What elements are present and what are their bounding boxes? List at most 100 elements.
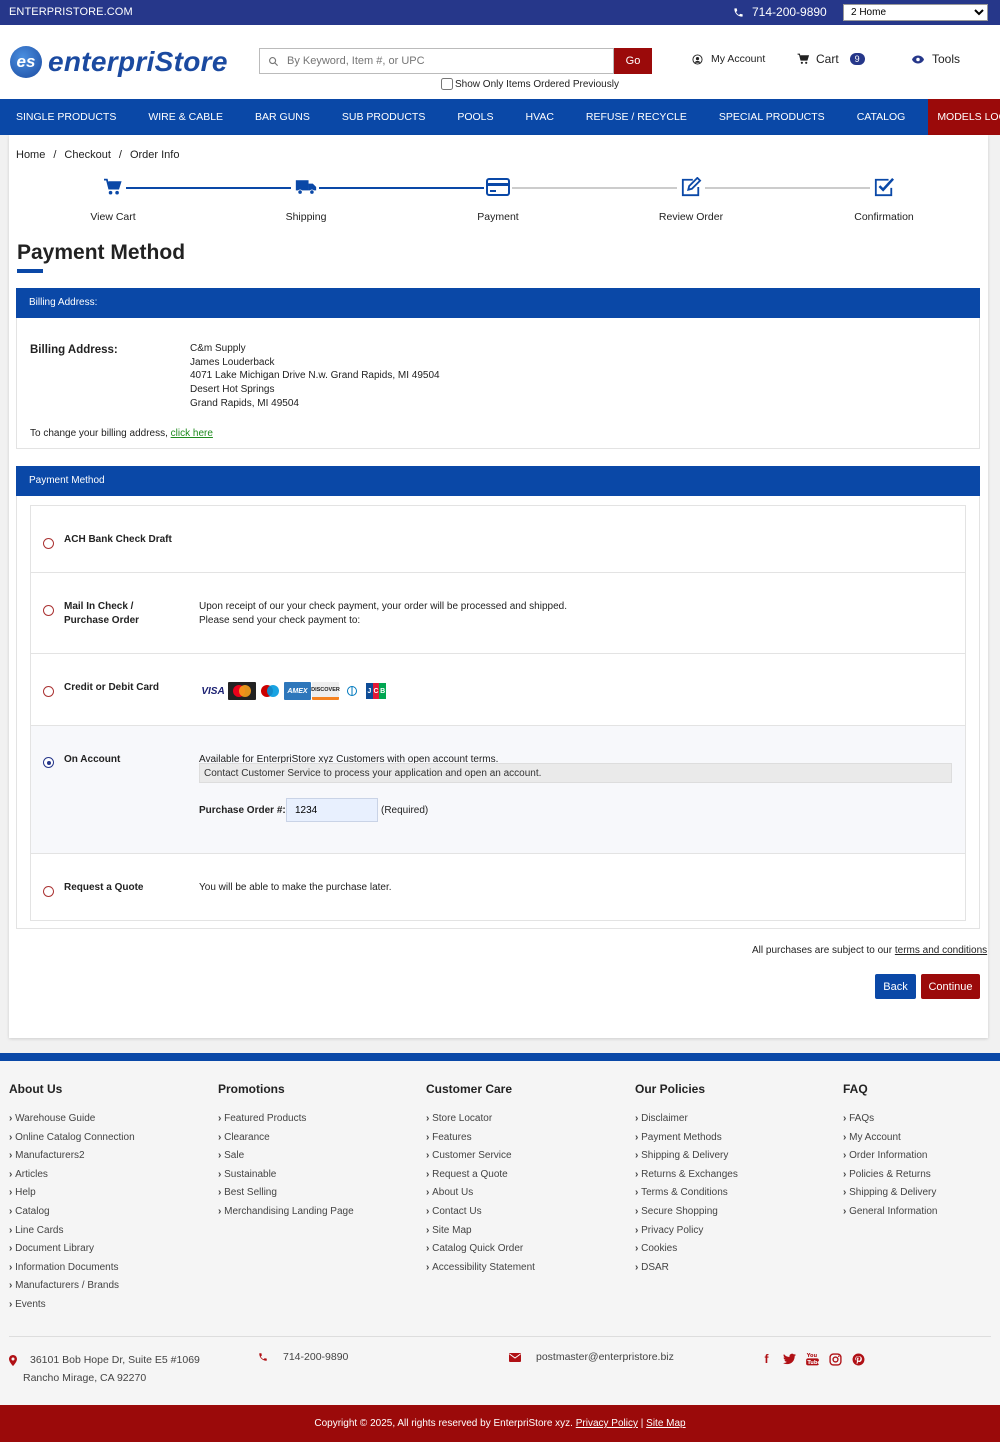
payment-option-ach[interactable]: ACH Bank Check Draft	[31, 506, 965, 573]
pinterest-icon[interactable]	[852, 1352, 865, 1366]
breadcrumb-current: Order Info	[129, 149, 180, 161]
footer-link[interactable]: Store Locator	[426, 1110, 535, 1129]
nav-refuse-recycle[interactable]: REFUSE / RECYCLE	[570, 99, 703, 135]
nav-catalog[interactable]: CATALOG	[841, 99, 922, 135]
footer-link[interactable]: About Us	[426, 1184, 535, 1203]
payment-option-mail-check[interactable]: Mail In Check / Purchase Order Upon rece…	[31, 573, 965, 654]
footer-link[interactable]: Order Information	[843, 1147, 938, 1166]
footer-address-line: Rancho Mirage, CA 92270	[23, 1372, 147, 1384]
footer-link[interactable]: Best Selling	[218, 1184, 354, 1203]
cart-link[interactable]: Cart 9	[797, 52, 865, 66]
footer-link[interactable]: Document Library	[9, 1240, 135, 1259]
logo[interactable]: es enterpriStore	[10, 46, 228, 78]
footer-phone[interactable]: 714-200-9890	[258, 1351, 348, 1363]
nav-pools[interactable]: POOLS	[441, 99, 509, 135]
footer-link[interactable]: Events	[9, 1296, 135, 1315]
footer-link[interactable]: Manufacturers / Brands	[9, 1277, 135, 1296]
po-number-input[interactable]	[286, 798, 378, 822]
step-review-order[interactable]: Review Order	[631, 175, 751, 223]
footer-link[interactable]: Catalog	[9, 1203, 135, 1222]
mail-check-radio[interactable]	[43, 605, 54, 616]
step-shipping[interactable]: Shipping	[246, 175, 366, 223]
footer-link[interactable]: FAQs	[843, 1110, 938, 1129]
payment-option-card[interactable]: Credit or Debit Card VISA AMEX DISCOVER …	[31, 654, 965, 726]
nav-bar-guns[interactable]: BAR GUNS	[239, 99, 326, 135]
step-payment[interactable]: Payment	[438, 175, 558, 223]
ach-radio[interactable]	[43, 538, 54, 549]
phone-icon	[259, 1353, 267, 1361]
continue-button[interactable]: Continue	[921, 974, 980, 999]
payment-option-quote[interactable]: Request a Quote You will be able to make…	[31, 854, 965, 920]
previous-items-checkbox[interactable]	[441, 78, 453, 90]
footer-link[interactable]: My Account	[843, 1129, 938, 1148]
footer-link[interactable]: Clearance	[218, 1129, 354, 1148]
quote-radio[interactable]	[43, 886, 54, 897]
footer-link[interactable]: Sale	[218, 1147, 354, 1166]
card-radio[interactable]	[43, 686, 54, 697]
footer-link[interactable]: Line Cards	[9, 1222, 135, 1241]
facebook-icon[interactable]: f	[760, 1352, 773, 1366]
footer-link[interactable]: Request a Quote	[426, 1166, 535, 1185]
footer-link[interactable]: Sustainable	[218, 1166, 354, 1185]
footer-link[interactable]: DSAR	[635, 1259, 738, 1278]
terms-link[interactable]: terms and conditions	[895, 945, 987, 956]
nav-special-products[interactable]: SPECIAL PRODUCTS	[703, 99, 841, 135]
footer-link[interactable]: Terms & Conditions	[635, 1184, 738, 1203]
footer-link[interactable]: Shipping & Delivery	[843, 1184, 938, 1203]
top-phone[interactable]: 714-200-9890	[733, 5, 827, 19]
footer-link[interactable]: Help	[9, 1184, 135, 1203]
mail-check-desc-line: Upon receipt of our your check payment, …	[199, 601, 567, 612]
my-account-link[interactable]: My Account	[692, 53, 765, 65]
breadcrumb-home[interactable]: Home	[16, 149, 45, 161]
footer-link[interactable]: Site Map	[426, 1222, 535, 1241]
back-button[interactable]: Back	[875, 974, 916, 999]
footer-link[interactable]: Online Catalog Connection	[9, 1129, 135, 1148]
footer-link[interactable]: Contact Us	[426, 1203, 535, 1222]
billing-change-link[interactable]: click here	[171, 428, 213, 439]
footer-link[interactable]: Manufacturers2	[9, 1147, 135, 1166]
footer-link[interactable]: Articles	[9, 1166, 135, 1185]
nav-sub-products[interactable]: SUB PRODUCTS	[326, 99, 441, 135]
twitter-icon[interactable]	[783, 1352, 796, 1366]
footer-link[interactable]: Warehouse Guide	[9, 1110, 135, 1129]
tools-link[interactable]: Tools	[912, 52, 960, 66]
payment-option-on-account[interactable]: On Account Available for EnterpriStore x…	[31, 726, 965, 854]
footer-link[interactable]: Customer Service	[426, 1147, 535, 1166]
footer-link[interactable]: Returns & Exchanges	[635, 1166, 738, 1185]
footer-link[interactable]: Policies & Returns	[843, 1166, 938, 1185]
footer-link[interactable]: Accessibility Statement	[426, 1259, 535, 1278]
footer-link[interactable]: Features	[426, 1129, 535, 1148]
on-account-radio[interactable]	[43, 757, 54, 768]
footer-link[interactable]: Featured Products	[218, 1110, 354, 1129]
store-select[interactable]: 2 Home	[843, 4, 988, 21]
nav-models-lookup[interactable]: MODELS LOOKUP	[928, 99, 1000, 135]
footer-link[interactable]: Merchandising Landing Page	[218, 1203, 354, 1222]
footer-link[interactable]: Disclaimer	[635, 1110, 738, 1129]
nav-single-products[interactable]: SINGLE PRODUCTS	[0, 99, 132, 135]
footer-link[interactable]: Privacy Policy	[635, 1222, 738, 1241]
nav-hvac[interactable]: HVAC	[510, 99, 570, 135]
footer-link[interactable]: Cookies	[635, 1240, 738, 1259]
footer-link[interactable]: Shipping & Delivery	[635, 1147, 738, 1166]
site-map-link[interactable]: Site Map	[646, 1418, 685, 1429]
footer-link[interactable]: Secure Shopping	[635, 1203, 738, 1222]
search-go-button[interactable]: Go	[614, 48, 652, 74]
breadcrumb-checkout[interactable]: Checkout	[64, 149, 110, 161]
search-input[interactable]	[287, 55, 607, 67]
nav-wire-cable[interactable]: WIRE & CABLE	[132, 99, 239, 135]
footer-link[interactable]: Catalog Quick Order	[426, 1240, 535, 1259]
instagram-icon[interactable]	[829, 1352, 842, 1366]
footer-link[interactable]: Payment Methods	[635, 1129, 738, 1148]
card-brands: VISA AMEX DISCOVER J C B	[199, 682, 387, 700]
footer-email[interactable]: postmaster@enterpristore.biz	[509, 1351, 674, 1363]
site-name[interactable]: ENTERPRISTORE.COM	[9, 6, 133, 18]
footer-link[interactable]: General Information	[843, 1203, 937, 1222]
step-confirmation[interactable]: Confirmation	[824, 175, 944, 223]
footer-col-title: Promotions	[218, 1082, 285, 1096]
step-view-cart[interactable]: View Cart	[53, 175, 173, 223]
cart-label: Cart	[816, 52, 839, 66]
youtube-icon[interactable]: YouTube	[806, 1352, 819, 1366]
privacy-policy-link[interactable]: Privacy Policy	[576, 1418, 638, 1429]
previous-items-filter[interactable]: Show Only Items Ordered Previously	[441, 78, 619, 90]
footer-link[interactable]: Information Documents	[9, 1259, 135, 1278]
